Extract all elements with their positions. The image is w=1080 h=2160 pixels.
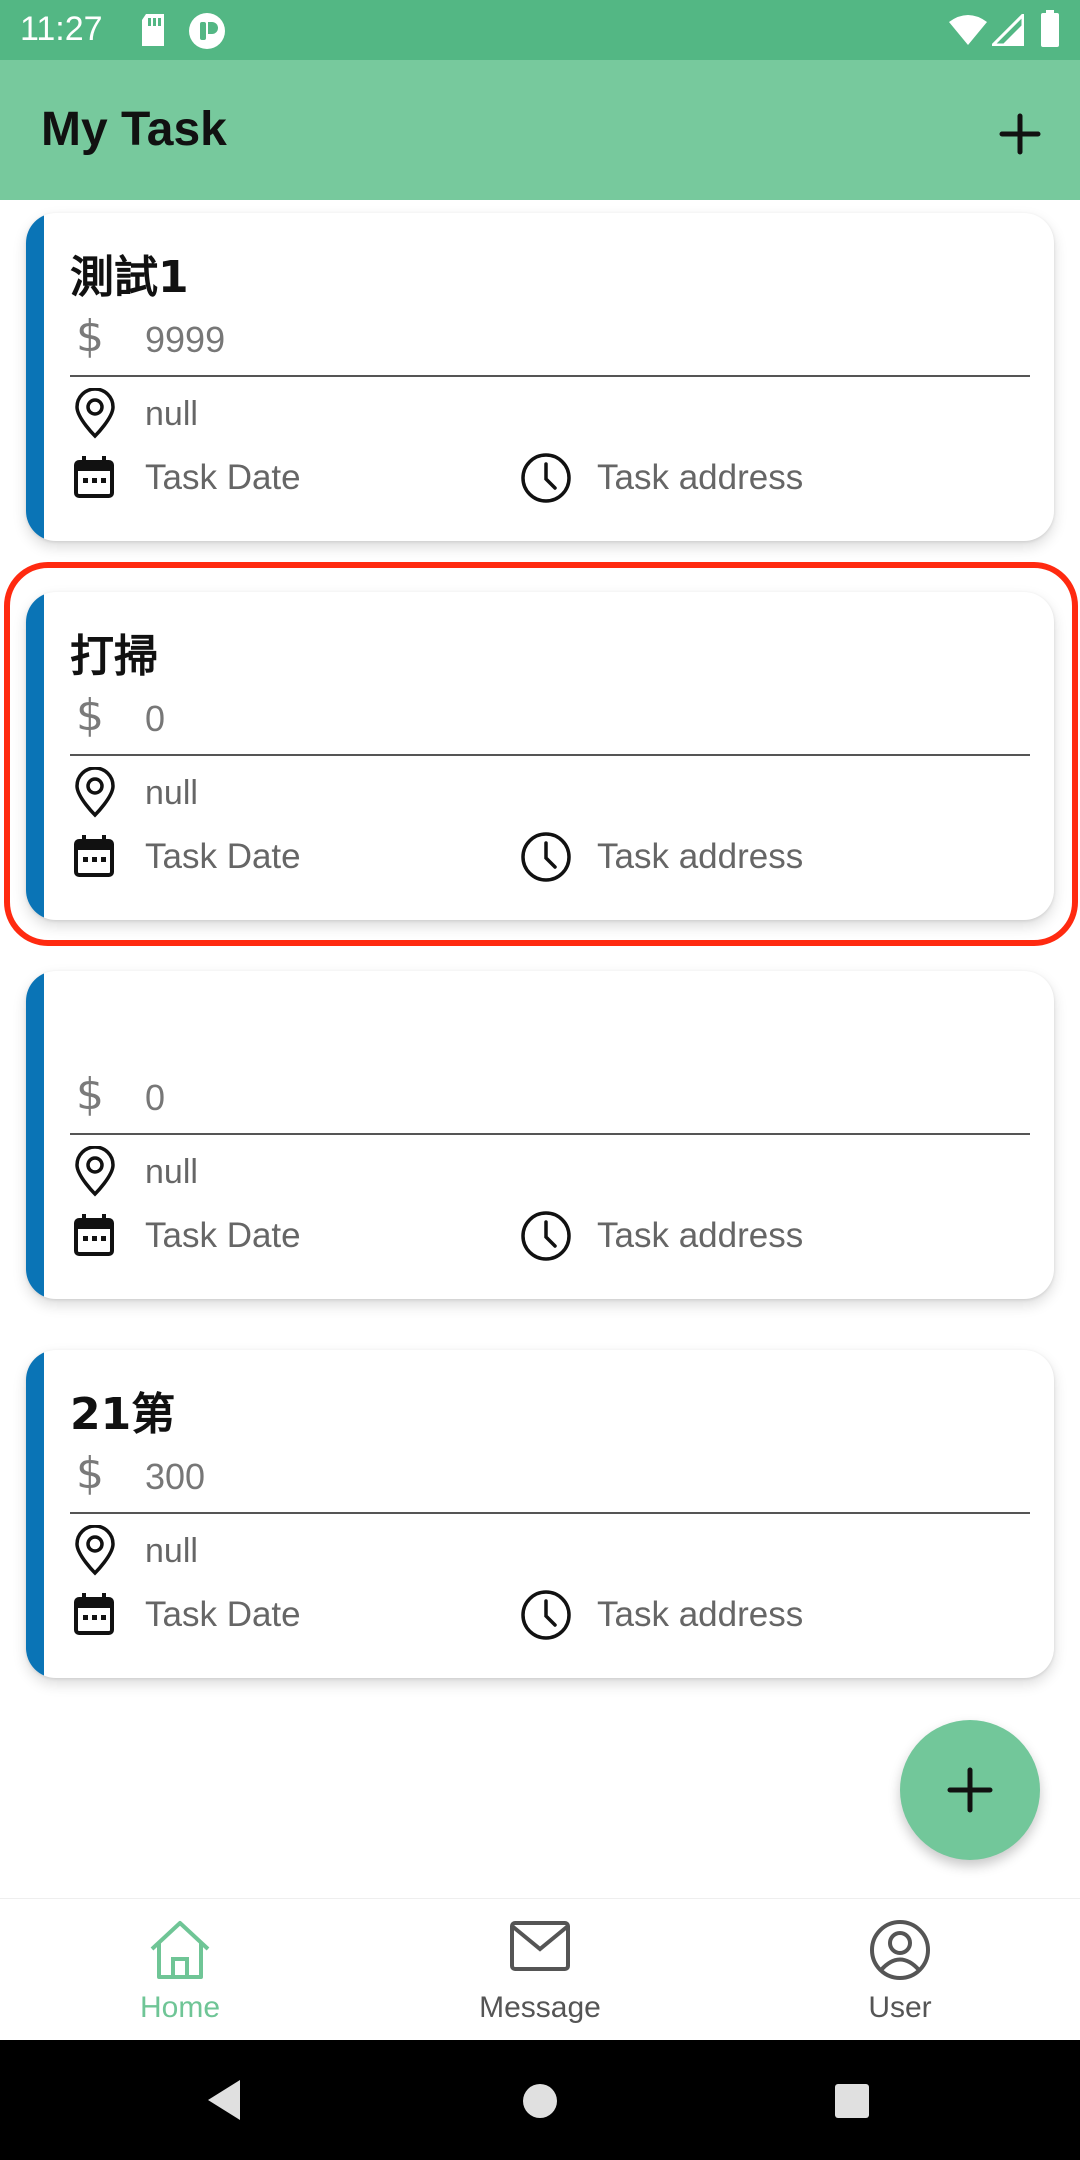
card-divider	[70, 375, 1030, 377]
nav-item-user[interactable]: User	[780, 1899, 1020, 2041]
task-price: 0	[145, 1077, 166, 1118]
status-time: 11:27	[20, 10, 103, 48]
task-card[interactable]: $ 0 null Task Date Task address	[26, 971, 1054, 1299]
task-address: Task address	[597, 837, 804, 876]
signal-icon	[992, 14, 1024, 46]
task-location: null	[145, 395, 198, 433]
clock-icon	[521, 832, 571, 882]
card-accent	[26, 213, 44, 541]
add-task-button[interactable]	[990, 104, 1050, 164]
location-pin-icon	[75, 1525, 115, 1576]
user-icon	[870, 1920, 930, 1980]
system-nav-bar	[0, 2040, 1080, 2160]
clock-icon	[521, 1211, 571, 1261]
nav-label: Message	[479, 1991, 601, 2024]
app-notification-icon	[189, 13, 225, 49]
task-title: 測試1	[70, 252, 189, 303]
task-price: 0	[145, 698, 166, 739]
task-address: Task address	[597, 1216, 804, 1255]
nav-item-message[interactable]: Message	[420, 1899, 660, 2041]
wifi-icon	[949, 15, 987, 45]
clock-icon	[521, 453, 571, 503]
task-title: 打掃	[70, 631, 158, 682]
calendar-icon	[74, 456, 114, 498]
card-divider	[70, 754, 1030, 756]
task-card[interactable]: 測試1 $ 9999 null Task Date Task address	[26, 213, 1054, 541]
nav-label: Home	[139, 1991, 221, 2024]
card-accent	[26, 592, 44, 920]
task-location: null	[145, 1153, 198, 1191]
task-list-screen: 11:27 My Task 測試1 $ 9999 null Task Date …	[0, 0, 1080, 2160]
status-bar: 11:27	[0, 0, 1080, 60]
card-accent	[26, 971, 44, 1299]
mail-icon	[510, 1921, 570, 1971]
dollar-icon: $	[76, 1069, 104, 1120]
task-address: Task address	[597, 458, 804, 497]
task-location: null	[145, 774, 198, 812]
home-circle-icon[interactable]	[521, 2082, 559, 2120]
card-divider	[70, 1133, 1030, 1135]
location-pin-icon	[75, 1146, 115, 1197]
page-title: My Task	[41, 103, 227, 156]
app-bar: My Task	[0, 60, 1080, 200]
task-location: null	[145, 1532, 198, 1570]
task-address: Task address	[597, 1595, 804, 1634]
task-date: Task Date	[145, 1595, 301, 1634]
dollar-icon: $	[76, 311, 104, 362]
battery-icon	[1041, 10, 1059, 47]
recents-icon[interactable]	[834, 2083, 870, 2119]
task-date: Task Date	[145, 1216, 301, 1255]
task-card[interactable]: 21第 $ 300 null Task Date Task address	[26, 1350, 1054, 1678]
task-title: 21第	[70, 1389, 176, 1440]
task-price: 9999	[145, 319, 226, 360]
task-date: Task Date	[145, 837, 301, 876]
location-pin-icon	[75, 388, 115, 439]
calendar-icon	[74, 1593, 114, 1635]
plus-icon	[999, 113, 1041, 155]
dollar-icon: $	[76, 1448, 104, 1499]
plus-icon	[947, 1767, 993, 1813]
calendar-icon	[74, 1214, 114, 1256]
home-icon	[150, 1921, 210, 1979]
calendar-icon	[74, 835, 114, 877]
card-divider	[70, 1512, 1030, 1514]
nav-label: User	[868, 1991, 932, 2024]
card-accent	[26, 1350, 44, 1678]
task-date: Task Date	[145, 458, 301, 497]
add-task-fab[interactable]	[900, 1720, 1040, 1860]
clock-icon	[521, 1590, 571, 1640]
nav-item-home[interactable]: Home	[60, 1899, 300, 2041]
task-card[interactable]: 打掃 $ 0 null Task Date Task address	[26, 592, 1054, 920]
sd-card-icon	[142, 14, 164, 46]
back-icon[interactable]	[204, 2078, 244, 2122]
task-price: 300	[145, 1456, 206, 1497]
bottom-nav: Home Message User	[0, 1898, 1080, 2040]
location-pin-icon	[75, 767, 115, 818]
dollar-icon: $	[76, 690, 104, 741]
